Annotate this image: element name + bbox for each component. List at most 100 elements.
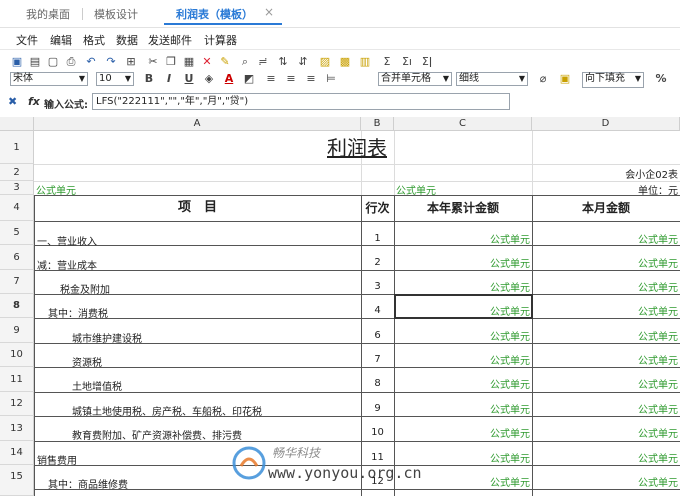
clear-format-icon[interactable]: ⌀ <box>536 72 550 86</box>
redo-icon[interactable]: ↷ <box>104 55 118 69</box>
row-header[interactable]: 7 <box>0 270 34 294</box>
month-amount-cell[interactable]: 公式单元 <box>532 425 678 440</box>
row-header[interactable]: 9 <box>0 318 34 343</box>
line-no-cell[interactable]: 7 <box>361 354 394 365</box>
sheet-title[interactable]: 利润表 <box>34 131 680 164</box>
column-header-c[interactable]: C <box>394 117 532 131</box>
wrap-text-icon[interactable]: ⊨ <box>324 72 338 86</box>
row-header[interactable]: 13 <box>0 416 34 441</box>
year-amount-cell[interactable]: 公式单元 <box>394 401 530 416</box>
year-amount-cell[interactable]: 公式单元 <box>394 328 530 343</box>
sum-row-icon[interactable]: Σı <box>400 55 414 69</box>
menu-edit[interactable]: 编辑 <box>50 32 72 48</box>
item-cell[interactable]: 资源税 <box>72 354 102 369</box>
header-month-amount[interactable]: 本月金额 <box>532 195 680 221</box>
item-cell[interactable]: 土地增值税 <box>72 378 122 393</box>
month-amount-cell[interactable]: 公式单元 <box>532 255 678 270</box>
row-header[interactable]: 5 <box>0 221 34 245</box>
bold-button[interactable]: B <box>142 72 156 86</box>
grid-icon[interactable]: ⊞ <box>124 55 138 69</box>
close-icon[interactable]: × <box>264 5 274 19</box>
copy-icon[interactable]: ❐ <box>164 55 178 69</box>
undo-icon[interactable]: ↶ <box>84 55 98 69</box>
cell-property-icon[interactable]: ▣ <box>558 72 572 86</box>
form-number[interactable]: 会小企02表 <box>532 166 678 181</box>
column-header-a[interactable]: A <box>34 117 361 131</box>
tab-desktop[interactable]: 我的桌面 <box>26 6 70 22</box>
row-header[interactable]: 6 <box>0 245 34 270</box>
header-line-no[interactable]: 行次 <box>361 195 394 221</box>
line-no-cell[interactable]: 6 <box>361 330 394 341</box>
cut-icon[interactable]: ✂ <box>146 55 160 69</box>
formula-input[interactable]: LFS("222111","","年","月","贷") <box>92 93 510 110</box>
line-no-cell[interactable]: 4 <box>361 305 394 316</box>
month-amount-cell[interactable]: 公式单元 <box>532 450 678 465</box>
font-size-select[interactable]: 10 ▼ <box>96 72 134 86</box>
menu-file[interactable]: 文件 <box>16 32 38 48</box>
sum-icon[interactable]: Σ <box>380 55 394 69</box>
month-amount-cell[interactable]: 公式单元 <box>532 279 678 294</box>
year-amount-cell[interactable]: 公式单元 <box>394 255 530 270</box>
fill-down-select[interactable]: 向下填充 ▼ <box>582 72 644 88</box>
row-header[interactable]: 10 <box>0 343 34 367</box>
tab-profit-statement[interactable]: 利润表（模板） <box>176 6 253 22</box>
font-family-select[interactable]: 宋体 ▼ <box>10 72 88 86</box>
function-icon[interactable]: fx <box>28 95 40 108</box>
align-center-icon[interactable]: ≡ <box>284 72 298 86</box>
line-no-cell[interactable]: 8 <box>361 378 394 389</box>
row-header[interactable]: 8 <box>0 294 34 318</box>
header-year-total[interactable]: 本年累计金额 <box>394 195 532 221</box>
row-header[interactable]: 12 <box>0 392 34 416</box>
menu-calculator[interactable]: 计算器 <box>204 32 237 48</box>
row-header[interactable]: 3 <box>0 181 34 195</box>
line-no-cell[interactable]: 1 <box>361 233 394 244</box>
row-header[interactable]: 4 <box>0 195 34 221</box>
column-header-b[interactable]: B <box>361 117 394 131</box>
sort-asc-icon[interactable]: ⇅ <box>276 55 290 69</box>
tab-template-design[interactable]: 模板设计 <box>94 6 138 22</box>
item-cell[interactable]: 减：营业成本 <box>37 257 97 272</box>
item-cell[interactable]: 税金及附加 <box>60 281 110 296</box>
row-header[interactable]: 14 <box>0 441 34 465</box>
underline-button[interactable]: U <box>182 72 196 86</box>
column-header-d[interactable]: D <box>532 117 680 131</box>
year-amount-cell[interactable]: 公式单元 <box>394 231 530 246</box>
insert-image-icon[interactable]: ▨ <box>318 55 332 69</box>
item-cell[interactable]: 一、营业收入 <box>37 233 97 248</box>
delete-icon[interactable]: ✕ <box>200 55 214 69</box>
print-icon[interactable]: ⎙ <box>64 55 78 69</box>
save-icon[interactable]: ▣ <box>10 55 24 69</box>
year-amount-cell[interactable]: 公式单元 <box>394 279 530 294</box>
find-icon[interactable]: ⌕ <box>238 55 252 69</box>
line-no-cell[interactable]: 2 <box>361 257 394 268</box>
item-cell[interactable]: 销售费用 <box>37 452 77 467</box>
fill-color-icon[interactable]: ◈ <box>202 72 216 86</box>
month-amount-cell[interactable]: 公式单元 <box>532 401 678 416</box>
row-header[interactable]: 2 <box>0 164 34 181</box>
border-icon[interactable]: ◩ <box>242 72 256 86</box>
item-cell[interactable]: 城市维护建设税 <box>72 330 142 345</box>
row-header[interactable]: 11 <box>0 367 34 392</box>
year-amount-cell[interactable]: 公式单元 <box>394 352 530 367</box>
italic-button[interactable]: I <box>162 72 176 86</box>
month-amount-cell[interactable]: 公式单元 <box>532 376 678 391</box>
format-brush-icon[interactable]: ✎ <box>218 55 232 69</box>
line-no-cell[interactable]: 3 <box>361 281 394 292</box>
item-cell[interactable]: 城镇土地使用税、房产税、车船税、印花税 <box>72 403 262 418</box>
row-header[interactable]: 15 <box>0 465 34 496</box>
month-amount-cell[interactable]: 公式单元 <box>532 352 678 367</box>
item-cell[interactable]: 教育费附加、矿产资源补偿费、排污费 <box>72 427 242 442</box>
month-amount-cell[interactable]: 公式单元 <box>532 231 678 246</box>
paste-icon[interactable]: ▦ <box>182 55 196 69</box>
year-amount-cell[interactable]: 公式单元 <box>394 425 530 440</box>
insert-chart-icon[interactable]: ▩ <box>338 55 352 69</box>
sum-col-icon[interactable]: Σǀ <box>420 55 434 69</box>
month-amount-cell[interactable]: 公式单元 <box>532 328 678 343</box>
year-amount-cell[interactable]: 公式单元 <box>394 376 530 391</box>
cancel-formula-icon[interactable]: ✖ <box>8 95 17 108</box>
menu-send-mail[interactable]: 发送邮件 <box>148 32 192 48</box>
print-preview-icon[interactable]: ▢ <box>46 55 60 69</box>
select-all-corner[interactable] <box>0 117 34 131</box>
align-right-icon[interactable]: ≡ <box>304 72 318 86</box>
month-amount-cell[interactable]: 公式单元 <box>532 303 678 318</box>
